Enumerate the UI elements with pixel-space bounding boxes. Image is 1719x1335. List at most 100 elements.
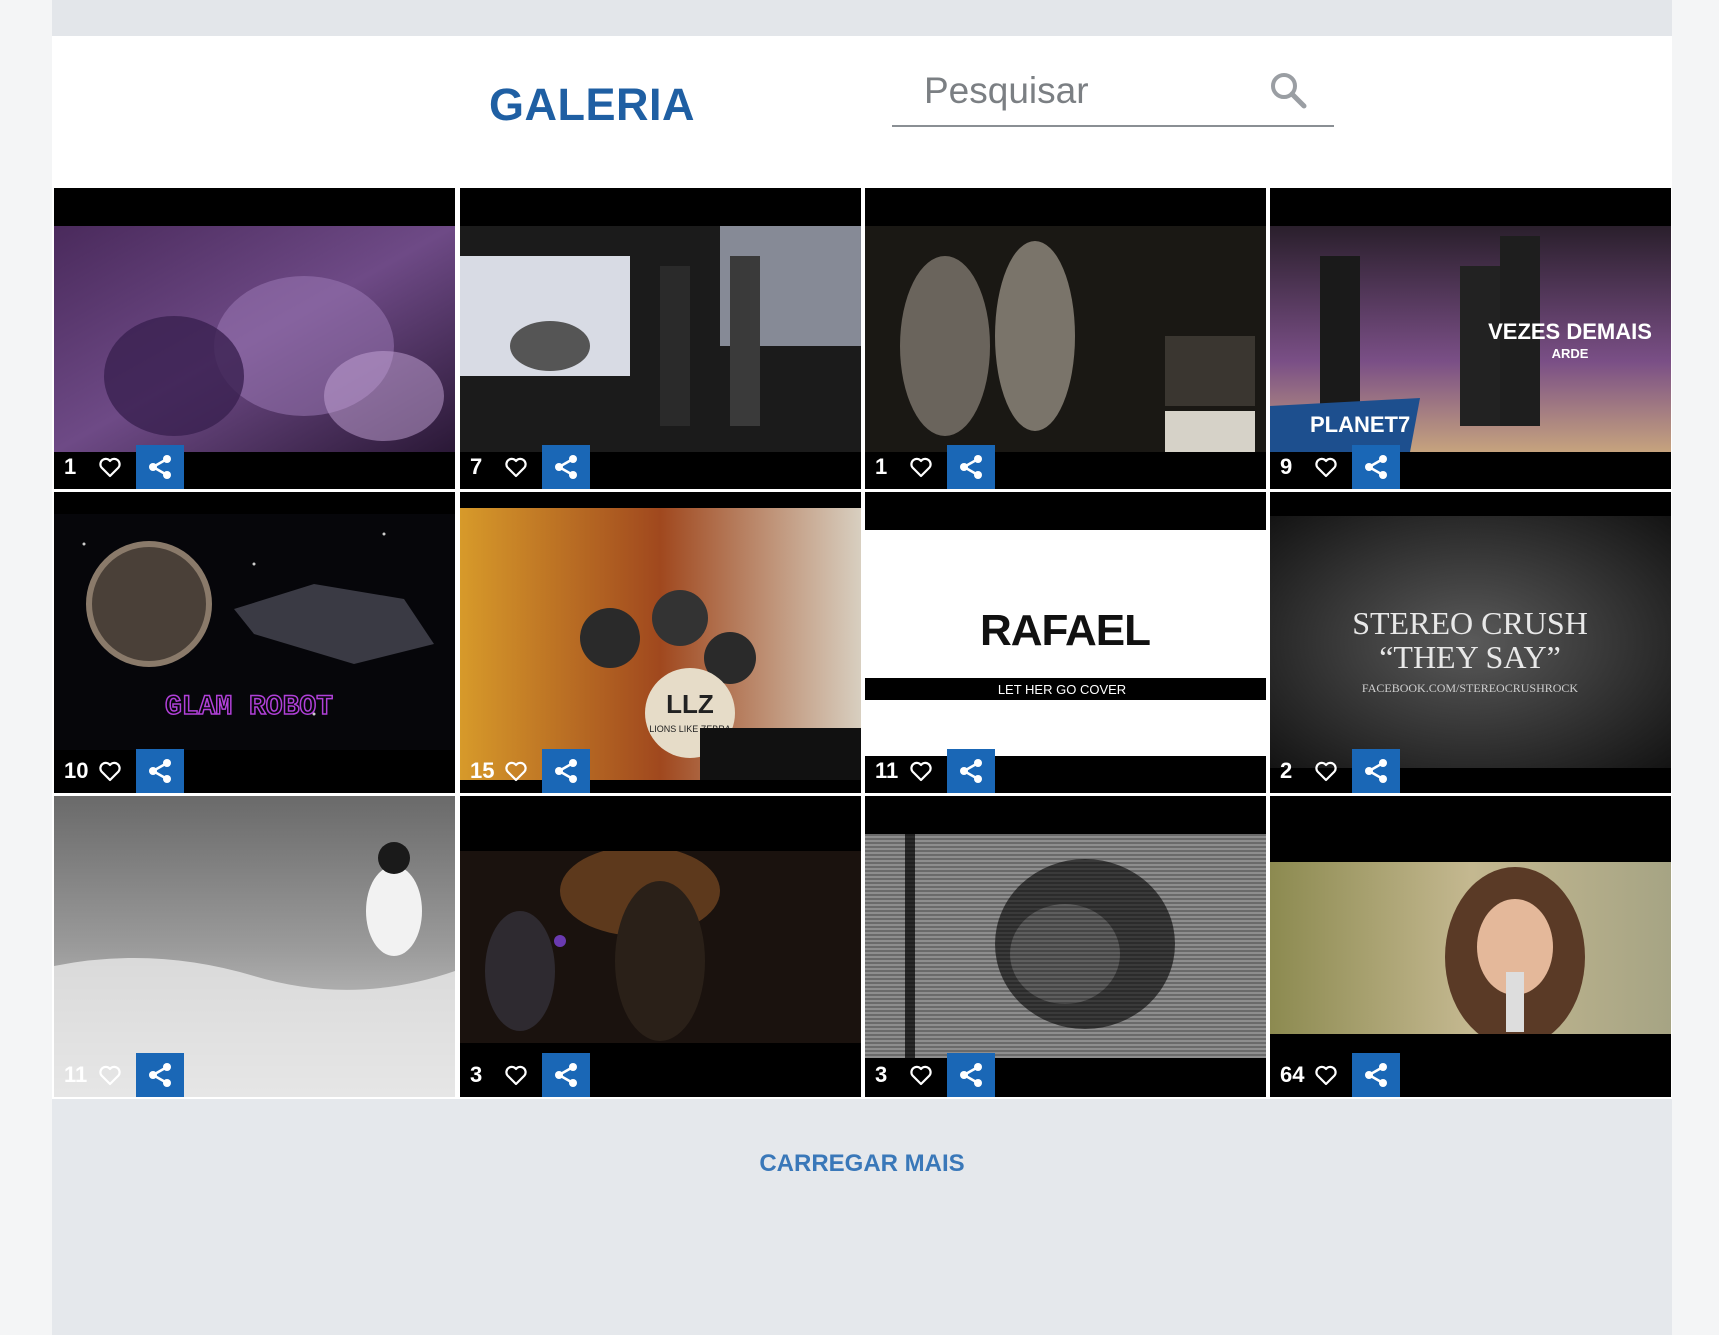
item-action-bar: 3 [865,1053,1266,1097]
share-button[interactable] [1352,1053,1400,1097]
overlay-text: PLANET7 [1310,412,1410,437]
item-action-bar: 11 [865,749,1266,793]
share-button[interactable] [136,749,184,793]
gallery-item[interactable]: GLAM ROBOT 10 [54,492,455,793]
heart-icon[interactable] [98,1064,122,1086]
item-action-bar: 10 [54,749,455,793]
share-icon [1365,1063,1387,1087]
share-button[interactable] [136,1053,184,1097]
search-icon[interactable] [1268,70,1308,110]
heart-icon[interactable] [909,456,933,478]
share-button[interactable] [542,445,590,489]
share-icon [960,759,982,783]
item-action-bar: 15 [460,749,861,793]
video-thumbnail[interactable]: GLAM ROBOT [54,514,455,750]
item-action-bar: 11 [54,1053,455,1097]
item-action-bar: 3 [460,1053,861,1097]
share-button[interactable] [542,749,590,793]
overlay-text: ARDE [1552,346,1589,361]
heart-icon[interactable] [1314,456,1338,478]
like-count: 15 [470,758,495,783]
share-button[interactable] [1352,749,1400,793]
heart-icon[interactable] [98,456,122,478]
share-icon [149,759,171,783]
gallery-item[interactable]: RAFAEL LET HER GO COVER 11 [865,492,1266,793]
gallery-item[interactable]: VEZES DEMAIS ARDE PLANET7 9 [1270,188,1671,489]
video-thumbnail[interactable] [865,834,1266,1058]
share-button[interactable] [1352,445,1400,489]
heart-icon[interactable] [1314,760,1338,782]
search-box[interactable] [892,54,1334,127]
video-thumbnail[interactable] [1270,862,1671,1034]
page-title: GALERIA [489,79,695,130]
item-action-bar: 1 [54,445,455,489]
video-thumbnail[interactable] [460,851,861,1043]
like-count: 2 [1280,758,1293,783]
heart-icon[interactable] [909,1064,933,1086]
share-button[interactable] [947,1053,995,1097]
like-count: 3 [470,1062,483,1087]
gallery-item[interactable]: LLZ LIONS LIKE ZEBRA 15 [460,492,861,793]
heart-icon[interactable] [504,456,528,478]
overlay-text: STEREO CRUSH [1352,605,1588,641]
gallery-item[interactable]: 1 [865,188,1266,489]
gallery-item[interactable]: STEREO CRUSH “THEY SAY” FACEBOOK.COM/STE… [1270,492,1671,793]
video-thumbnail[interactable]: LLZ LIONS LIKE ZEBRA [460,508,861,780]
share-icon [1365,455,1387,479]
share-button[interactable] [947,749,995,793]
like-count: 11 [64,1062,88,1087]
overlay-text: GLAM ROBOT [165,692,333,723]
load-more-button[interactable]: CARREGAR MAIS [52,1150,1672,1178]
item-action-bar: 9 [1270,445,1671,489]
top-banner-strip [52,0,1672,36]
share-icon [555,759,577,783]
share-button[interactable] [542,1053,590,1097]
heart-icon[interactable] [98,760,122,782]
item-action-bar: 2 [1270,749,1671,793]
item-action-bar: 1 [865,445,1266,489]
gallery-grid: 1 7 1 VEZES DEMAIS ARDE PLANET7 9 GLAM R… [52,186,1672,1099]
item-action-bar: 7 [460,445,861,489]
video-thumbnail[interactable]: VEZES DEMAIS ARDE PLANET7 [1270,226,1671,452]
like-count: 10 [64,758,89,783]
share-icon [149,455,171,479]
share-button[interactable] [136,445,184,489]
share-icon [960,1063,982,1087]
gallery-item[interactable]: 7 [460,188,861,489]
heart-icon[interactable] [909,760,933,782]
overlay-text: “THEY SAY” [1379,639,1561,675]
video-thumbnail[interactable]: STEREO CRUSH “THEY SAY” FACEBOOK.COM/STE… [1270,516,1671,768]
share-icon [1365,759,1387,783]
item-action-bar: 64 [1270,1053,1671,1097]
like-count: 1 [875,454,888,479]
gallery-header: GALERIA [52,36,1672,186]
gallery-item[interactable]: 64 [1270,796,1671,1097]
share-icon [149,1063,171,1087]
overlay-text: RAFAEL [980,606,1150,655]
gallery-item[interactable]: 1 [54,188,455,489]
video-thumbnail[interactable]: RAFAEL LET HER GO COVER [865,530,1266,756]
overlay-text: LET HER GO COVER [998,682,1126,697]
gallery-item[interactable]: 3 [865,796,1266,1097]
video-thumbnail[interactable] [865,226,1266,452]
like-count: 9 [1280,454,1293,479]
like-count: 7 [470,454,483,479]
overlay-text: VEZES DEMAIS [1488,319,1652,344]
like-count: 1 [64,454,77,479]
share-icon [555,1063,577,1087]
heart-icon[interactable] [504,1064,528,1086]
page-frame: GALERIA 1 [52,0,1672,1335]
search-input[interactable] [922,68,1256,114]
video-thumbnail[interactable] [54,796,455,1097]
heart-icon[interactable] [504,760,528,782]
like-count: 64 [1280,1062,1305,1087]
share-button[interactable] [947,445,995,489]
video-thumbnail[interactable] [460,226,861,452]
overlay-text: FACEBOOK.COM/STEREOCRUSHROCK [1362,681,1578,695]
share-icon [960,455,982,479]
gallery-item[interactable]: 11 [54,796,455,1097]
overlay-text: LLZ [666,689,714,719]
heart-icon[interactable] [1314,1064,1338,1086]
video-thumbnail[interactable] [54,226,455,452]
gallery-item[interactable]: 3 [460,796,861,1097]
